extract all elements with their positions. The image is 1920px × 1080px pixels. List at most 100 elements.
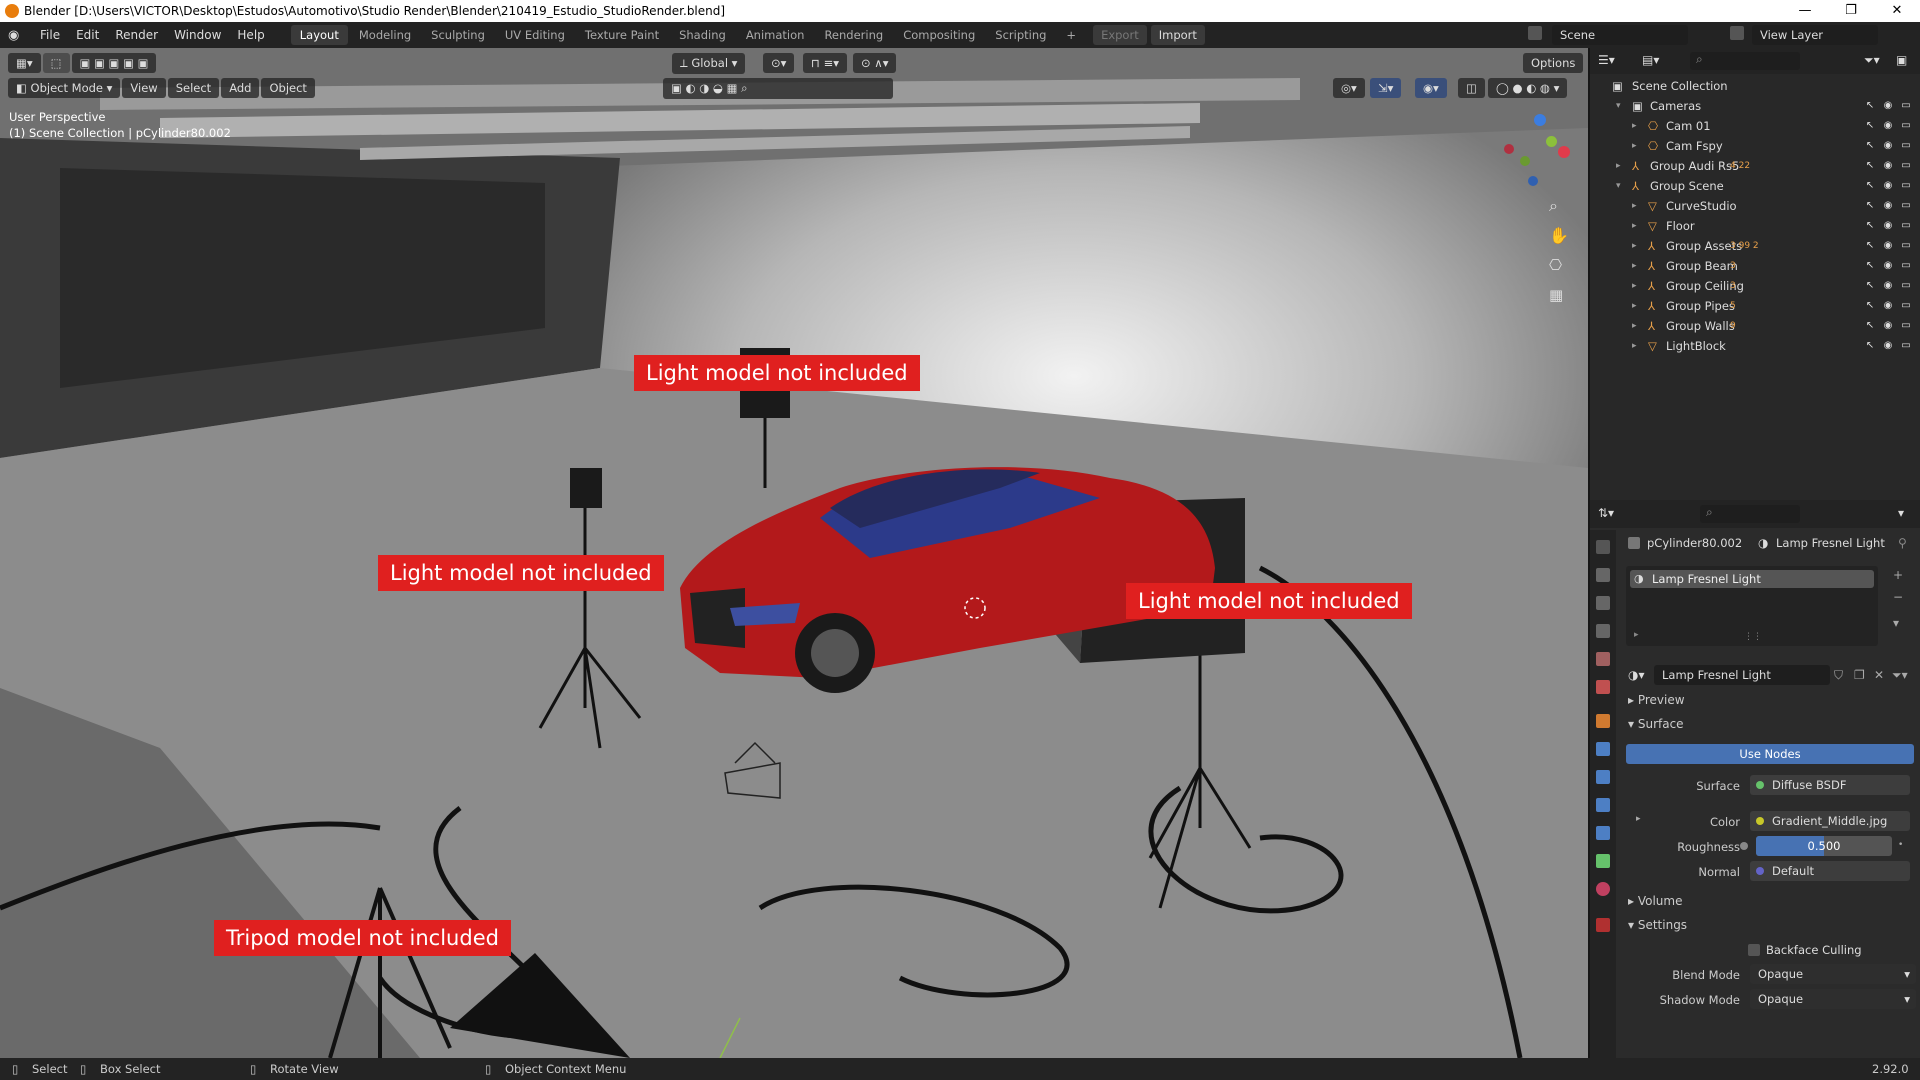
neg-x-axis-icon[interactable]	[1504, 144, 1514, 154]
render-toggle-icon[interactable]: ▭	[1900, 100, 1912, 112]
z-axis-icon[interactable]	[1534, 114, 1546, 126]
outliner-item[interactable]: ▸ ⎔ Cam Fspy ↖ ◉ ▭	[1590, 136, 1920, 156]
backface-culling-checkbox[interactable]	[1748, 944, 1760, 956]
xray-icon[interactable]: ◫	[1458, 78, 1485, 98]
select-toggle-icon[interactable]: ↖	[1864, 100, 1876, 112]
outliner-item[interactable]: ▸ ⅄ Group Assets 3 99 2 ↖ ◉ ▭	[1590, 236, 1920, 256]
visibility-eye-icon[interactable]: ◉	[1882, 120, 1894, 132]
visibility-eye-icon[interactable]: ◉	[1882, 200, 1894, 212]
select-toggle-icon[interactable]: ↖	[1864, 140, 1876, 152]
visibility-eye-icon[interactable]: ◉	[1882, 140, 1894, 152]
gizmo-toggle-icon[interactable]: ⇲▾	[1370, 78, 1402, 98]
3d-viewport[interactable]: ▦▾ ⬚ ▣ ▣ ▣ ▣ ▣ ⟂ Global ▾ ⊙▾ ⊓ ≡▾ ⊙ ∧▾ O…	[0, 48, 1588, 1058]
expand-arrow-icon[interactable]: ▸	[1632, 301, 1637, 311]
render-tab-icon[interactable]	[1596, 568, 1610, 582]
render-toggle-icon[interactable]: ▭	[1900, 140, 1912, 152]
select-toggle-icon[interactable]: ↖	[1864, 320, 1876, 332]
tab-animation[interactable]: Animation	[737, 25, 814, 45]
outliner-item[interactable]: ▸ ⅄ Group Pipes 5 ↖ ◉ ▭	[1590, 296, 1920, 316]
visibility-eye-icon[interactable]: ◉	[1882, 240, 1894, 252]
color-expand-icon[interactable]: ▸	[1636, 814, 1641, 824]
settings-section[interactable]: ▾ Settings	[1628, 918, 1687, 932]
properties-editor-icon[interactable]: ⇅▾	[1598, 506, 1614, 520]
tab-shading[interactable]: Shading	[670, 25, 735, 45]
select-toggle-icon[interactable]: ↖	[1864, 240, 1876, 252]
render-toggle-icon[interactable]: ▭	[1900, 280, 1912, 292]
menu-render[interactable]: Render	[107, 28, 166, 42]
object-tab-icon[interactable]	[1596, 714, 1610, 728]
display-mode-icon[interactable]: ▤▾	[1642, 53, 1659, 67]
expand-arrow-icon[interactable]: ▸	[1632, 141, 1637, 151]
visibility-icon[interactable]: ◎▾	[1333, 78, 1365, 98]
expand-arrow-icon[interactable]: ▸	[1632, 261, 1637, 271]
y-axis-icon[interactable]	[1546, 136, 1557, 147]
select-menu[interactable]: Select	[167, 78, 220, 98]
zoom-icon[interactable]: ⌕	[1549, 196, 1558, 216]
constraints-tab-icon[interactable]	[1596, 826, 1610, 840]
output-tab-icon[interactable]	[1596, 596, 1610, 610]
menu-file[interactable]: File	[32, 28, 68, 42]
collapse-arrow-icon[interactable]: ▾	[1616, 181, 1621, 191]
color-texture-field[interactable]: Gradient_Middle.jpg	[1750, 811, 1910, 831]
blend-mode-dropdown[interactable]: Opaque ▾	[1750, 964, 1916, 984]
surface-section[interactable]: ▾ Surface	[1628, 717, 1684, 731]
material-slot-item[interactable]: Lamp Fresnel Light	[1630, 570, 1874, 588]
x-axis-icon[interactable]	[1558, 146, 1570, 158]
tool-tab-icon[interactable]	[1596, 540, 1610, 554]
normal-field[interactable]: Default	[1750, 861, 1910, 881]
material-tab-icon[interactable]	[1596, 882, 1610, 896]
import-button[interactable]: Import	[1150, 25, 1205, 45]
select-toggle-icon[interactable]: ↖	[1864, 220, 1876, 232]
keyframe-dot-icon[interactable]: •	[1898, 840, 1903, 850]
tab-compositing[interactable]: Compositing	[894, 25, 984, 45]
render-toggle-icon[interactable]: ▭	[1900, 120, 1912, 132]
expand-arrow-icon[interactable]: ▸	[1616, 161, 1621, 171]
render-toggle-icon[interactable]: ▭	[1900, 300, 1912, 312]
outliner-item[interactable]: ▸ ⅄ Group Audi Rs5 4 22 ↖ ◉ ▭	[1590, 156, 1920, 176]
add-menu[interactable]: Add	[221, 78, 260, 98]
preview-section[interactable]: ▸ Preview	[1628, 693, 1685, 707]
volume-section[interactable]: ▸ Volume	[1628, 894, 1682, 908]
fake-user-icon[interactable]: ⛉	[1834, 668, 1843, 683]
collapse-arrow-icon[interactable]: ▾	[1616, 101, 1621, 111]
select-toggle-icon[interactable]: ↖	[1864, 120, 1876, 132]
modifier-tab-icon[interactable]	[1596, 742, 1610, 756]
filter-icon[interactable]: ⏷▾	[1864, 53, 1880, 68]
editor-type-button[interactable]: ▦▾	[8, 53, 41, 73]
outliner-editor-icon[interactable]: ☰▾	[1598, 53, 1615, 67]
resize-handle-icon[interactable]: ⋮⋮	[1744, 632, 1762, 642]
menu-edit[interactable]: Edit	[68, 28, 107, 42]
use-nodes-button[interactable]: Use Nodes	[1626, 744, 1914, 764]
mode-selector[interactable]: ◧ Object Mode ▾	[8, 78, 121, 98]
render-toggle-icon[interactable]: ▭	[1900, 340, 1912, 352]
outliner-item[interactable]: ▾ ⅄ Group Scene ↖ ◉ ▭	[1590, 176, 1920, 196]
camera-view-icon[interactable]: ⎔	[1549, 256, 1562, 274]
overlay-toggle-icon[interactable]: ◉▾	[1415, 78, 1447, 98]
blender-menu-icon[interactable]: ◉	[8, 28, 22, 43]
select-toggle-icon[interactable]: ↖	[1864, 200, 1876, 212]
tab-uv-editing[interactable]: UV Editing	[496, 25, 574, 45]
tab-sculpting[interactable]: Sculpting	[422, 25, 494, 45]
select-toggle-icon[interactable]: ↖	[1864, 340, 1876, 352]
texture-tab-icon[interactable]	[1596, 918, 1610, 932]
render-toggle-icon[interactable]: ▭	[1900, 200, 1912, 212]
expand-arrow-icon[interactable]: ▸	[1632, 241, 1637, 251]
surface-shader-field[interactable]: Diffuse BSDF	[1750, 775, 1910, 795]
tab-texture-paint[interactable]: Texture Paint	[576, 25, 668, 45]
tab-rendering[interactable]: Rendering	[815, 25, 892, 45]
options-dropdown[interactable]: Options	[1523, 53, 1584, 73]
particles-tab-icon[interactable]	[1596, 770, 1610, 784]
tab-layout[interactable]: Layout	[290, 25, 348, 45]
add-workspace-button[interactable]: +	[1057, 25, 1085, 45]
visibility-eye-icon[interactable]: ◉	[1882, 220, 1894, 232]
duplicate-material-icon[interactable]: ❐	[1854, 668, 1865, 682]
menu-help[interactable]: Help	[229, 28, 272, 42]
expand-arrow-icon[interactable]: ▸	[1632, 341, 1637, 351]
select-toggle-icon[interactable]: ↖	[1864, 280, 1876, 292]
visibility-eye-icon[interactable]: ◉	[1882, 160, 1894, 172]
select-toggle-icon[interactable]: ↖	[1864, 260, 1876, 272]
select-toggle-icon[interactable]: ↖	[1864, 160, 1876, 172]
outliner-item[interactable]: ▸ ⅄ Group Walls 9 ↖ ◉ ▭	[1590, 316, 1920, 336]
expand-list-icon[interactable]: ▸	[1634, 630, 1639, 640]
physics-tab-icon[interactable]	[1596, 798, 1610, 812]
